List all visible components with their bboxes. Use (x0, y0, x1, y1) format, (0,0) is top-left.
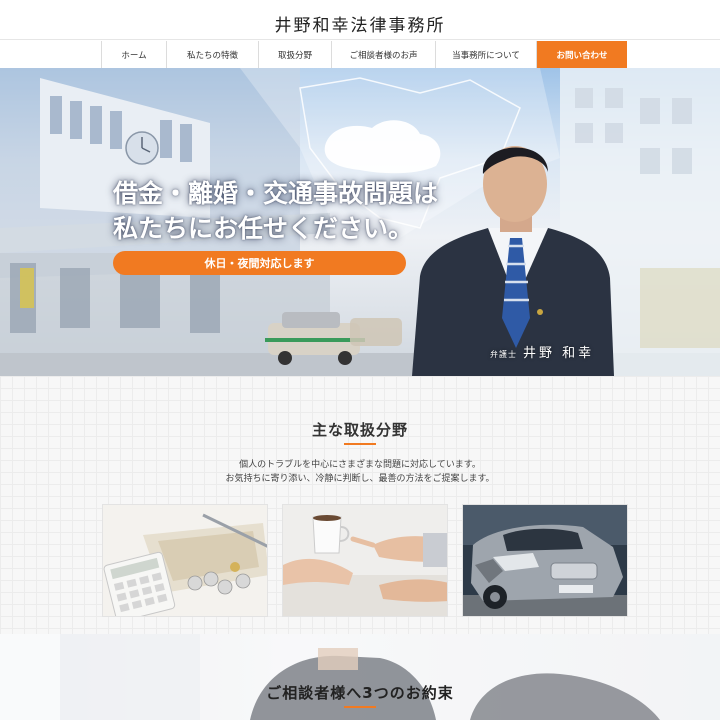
hero-headline-line2: 私たちにお任せください。 (113, 214, 414, 243)
global-nav: ホーム 私たちの特徴 取扱分野 ご相談者様のお声 当事務所について お問い合わせ (0, 41, 720, 68)
hero-headline-line1: 借金・離婚・交通事故問題は (113, 179, 439, 208)
lawyer-role: 弁護士 (490, 350, 517, 359)
service-card-traffic-accident[interactable] (462, 504, 628, 617)
nav-item-home[interactable]: ホーム (101, 41, 166, 68)
nav-list: ホーム 私たちの特徴 取扱分野 ご相談者様のお声 当事務所について お問い合わせ (101, 41, 627, 68)
hero-headline: 借金・離婚・交通事故問題は 私たちにお任せください。 (113, 176, 438, 246)
damaged-car-image (463, 505, 627, 616)
practice-areas-section: 主な取扱分野 個人のトラブルを中心にさまざまな問題に対応しています。 お気持ちに… (0, 376, 720, 634)
lawyer-caption: 弁護士 井野 和幸 (490, 342, 594, 361)
nav-item-features[interactable]: 私たちの特徴 (166, 41, 258, 68)
lead-line-2: お気持ちに寄り添い、冷静に判断し、最善の方法をご提案します。 (225, 474, 495, 484)
nav-item-practice-areas[interactable]: 取扱分野 (258, 41, 331, 68)
lead-line-1: 個人のトラブルを中心にさまざまな問題に対応しています。 (239, 460, 481, 470)
promise-section: ご相談者様へ3つのお約束 (0, 634, 720, 720)
hero-banner: 借金・離婚・交通事故問題は 私たちにお任せください。 休日・夜間対応します 弁護… (0, 68, 720, 376)
heading-underline (344, 443, 376, 445)
service-card-divorce[interactable] (282, 504, 448, 617)
lawyer-name: 井野 和幸 (523, 346, 595, 361)
practice-areas-lead: 個人のトラブルを中心にさまざまな問題に対応しています。 お気持ちに寄り添い、冷静… (0, 458, 720, 486)
nav-item-testimonials[interactable]: ご相談者様のお声 (331, 41, 435, 68)
lawyer-badge-icon (537, 309, 543, 315)
service-card-debt[interactable] (102, 504, 268, 617)
heading-underline (344, 706, 376, 708)
nav-item-about[interactable]: 当事務所について (435, 41, 537, 68)
site-header: 井野和幸法律事務所 (0, 0, 720, 40)
site-title[interactable]: 井野和幸法律事務所 (0, 11, 720, 36)
debt-calculator-image (103, 505, 267, 616)
practice-areas-heading: 主な取扱分野 (311, 421, 408, 439)
hero-availability-pill: 休日・夜間対応します (113, 251, 406, 275)
nav-item-contact[interactable]: お問い合わせ (537, 41, 627, 68)
divorce-consultation-image (283, 505, 447, 616)
promise-heading: ご相談者様へ3つのお約束 (266, 684, 454, 702)
